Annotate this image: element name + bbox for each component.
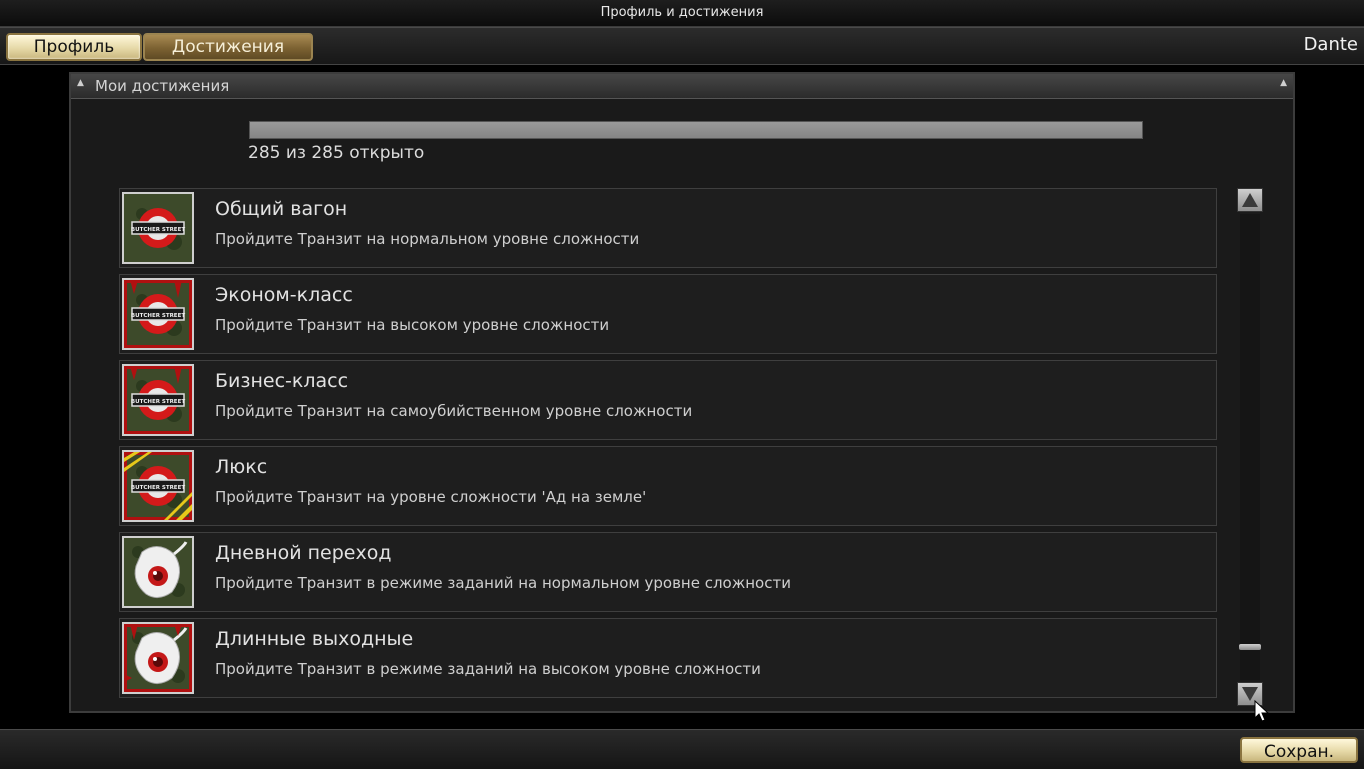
expand-icon[interactable]: ▲︎ [1280, 78, 1287, 88]
arrow-up-icon [1242, 193, 1258, 207]
progress-text: 285 из 285 открыто [248, 143, 425, 163]
tab-profile[interactable]: Профиль [6, 33, 142, 61]
achievement-row[interactable]: BUTCHER STREET Люкс Пройдите Транзит на ур… [119, 446, 1217, 526]
ghost-eye-icon [124, 624, 192, 692]
progress-fill [250, 122, 1142, 138]
sign-text: BUTCHER STREET [131, 227, 185, 233]
achievement-title: Общий вагон [215, 198, 348, 220]
achievement-description: Пройдите Транзит на уровне сложности 'Ад… [215, 488, 647, 506]
ghost-eye-icon [122, 536, 194, 608]
achievement-title: Люкс [215, 456, 268, 478]
mouse-cursor-icon [1254, 700, 1270, 722]
achievement-row[interactable]: Дневной переход Пройдите Транзит в режиме… [119, 532, 1217, 612]
bottom-bar: Сохран. [0, 729, 1364, 769]
achievement-progress-bar [249, 121, 1143, 139]
collapse-icon[interactable]: ▲︎ [77, 78, 84, 88]
scrollbar[interactable] [1236, 188, 1264, 706]
achievements-panel: ▲︎ Мои достижения ▲︎ 285 из 285 открыто … [69, 72, 1295, 713]
achievement-row[interactable]: BUTCHER STREET Бизнес-класс Пройдите Транз… [119, 360, 1217, 440]
butcher-street-sign-icon: BUTCHER STREET [124, 194, 192, 262]
sign-text: BUTCHER STREET [131, 399, 185, 405]
butcher-street-sign-icon: BUTCHER STREET [124, 366, 192, 434]
achievement-title: Длинные выходные [215, 628, 414, 650]
achievement-title: Дневной переход [215, 542, 392, 564]
tab-bar: Профиль Достижения Dante [0, 27, 1364, 65]
scrollbar-track[interactable] [1240, 214, 1260, 680]
achievement-description: Пройдите Транзит на самоубийственном уро… [215, 402, 693, 420]
butcher-street-sign-icon: BUTCHER STREET [122, 278, 194, 350]
achievement-description: Пройдите Транзит на высоком уровне сложн… [215, 316, 610, 334]
sign-text: BUTCHER STREET [131, 485, 185, 491]
username: Dante [1303, 34, 1358, 55]
achievement-row[interactable]: BUTCHER STREET Эконом-класс Пройдите Транз… [119, 274, 1217, 354]
sign-text: BUTCHER STREET [131, 313, 185, 319]
tab-achievements[interactable]: Достижения [143, 33, 313, 61]
achievement-title: Эконом-класс [215, 284, 353, 306]
achievement-description: Пройдите Транзит в режиме заданий на нор… [215, 574, 791, 592]
scroll-up-button[interactable] [1237, 188, 1263, 212]
butcher-street-sign-icon: BUTCHER STREET [122, 192, 194, 264]
window-title: Профиль и достижения [0, 0, 1364, 27]
panel-title: Мои достижения [95, 77, 230, 95]
achievement-title: Бизнес-класс [215, 370, 349, 392]
achievement-row[interactable]: Длинные выходные Пройдите Транзит в режим… [119, 618, 1217, 698]
butcher-street-sign-icon: BUTCHER STREET [124, 452, 192, 520]
achievement-description: Пройдите Транзит в режиме заданий на выс… [215, 660, 761, 678]
ghost-eye-icon [122, 622, 194, 694]
ghost-eye-icon [124, 538, 192, 606]
butcher-street-sign-icon: BUTCHER STREET [122, 364, 194, 436]
butcher-street-sign-icon: BUTCHER STREET [122, 450, 194, 522]
save-button[interactable]: Сохран. [1240, 737, 1358, 763]
butcher-street-sign-icon: BUTCHER STREET [124, 280, 192, 348]
achievement-description: Пройдите Транзит на нормальном уровне сл… [215, 230, 640, 248]
achievement-row[interactable]: BUTCHER STREET Общий вагон Пройдите Транзи… [119, 188, 1217, 268]
scrollbar-thumb[interactable] [1239, 644, 1261, 650]
panel-header[interactable]: ▲︎ Мои достижения ▲︎ [71, 74, 1293, 99]
